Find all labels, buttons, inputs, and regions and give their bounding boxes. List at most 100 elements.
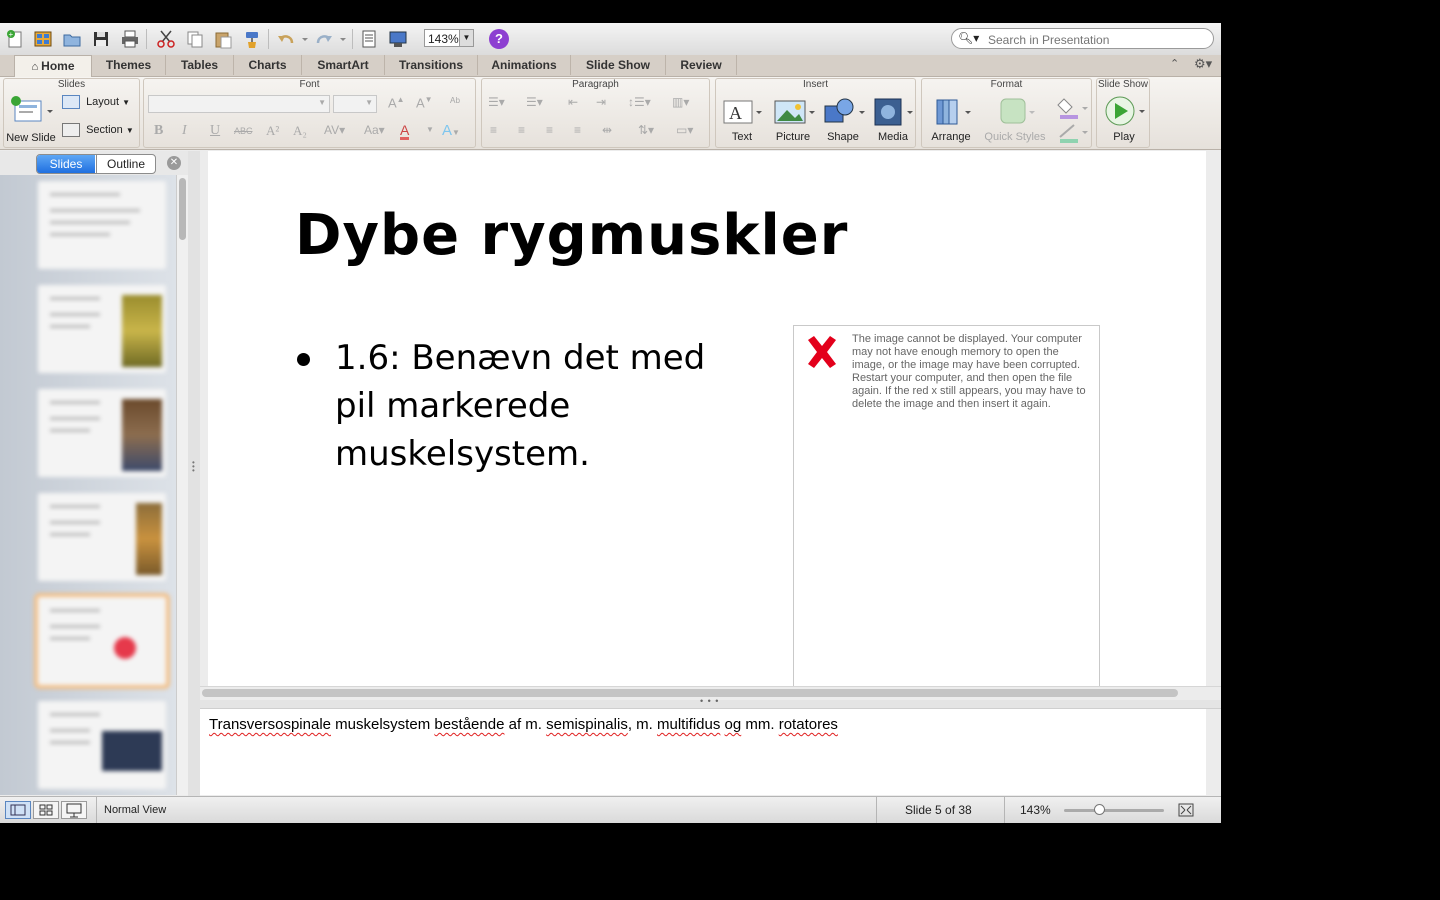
tab-home[interactable]: ⌂ Home — [14, 55, 92, 77]
play-button[interactable]: Play — [1099, 95, 1149, 143]
close-pane-icon[interactable]: ✕ — [167, 156, 181, 170]
insert-media-button[interactable]: Media — [870, 96, 916, 143]
help-button[interactable]: ? — [489, 29, 509, 49]
new-slide-button[interactable]: New Slide — [4, 95, 58, 144]
shape-line-icon[interactable] — [1054, 123, 1090, 148]
underline-button[interactable]: U — [210, 123, 220, 139]
grow-font-icon[interactable]: A▲ — [388, 95, 405, 110]
shrink-font-icon[interactable]: A▼ — [416, 95, 433, 110]
italic-button[interactable]: I — [182, 123, 187, 139]
tab-themes[interactable]: Themes — [92, 55, 166, 75]
insert-picture-button[interactable]: Picture — [769, 96, 817, 143]
superscript-button[interactable]: A² — [266, 123, 279, 139]
font-group: Font ▼ ▼ A▲ A▼ ᴬᵇ B I U ABC A² A₂ AV▾ Aa… — [143, 78, 476, 148]
slide-thumbnail[interactable] — [38, 493, 166, 581]
tab-slide-show[interactable]: Slide Show — [571, 55, 666, 75]
notes-scrollbar[interactable] — [1206, 709, 1221, 795]
columns-icon[interactable]: ▥▾ — [672, 95, 689, 109]
layout-button[interactable]: Layout ▼ — [62, 95, 138, 109]
decrease-indent-icon[interactable]: ⇤ — [568, 95, 578, 109]
tab-transitions[interactable]: Transitions — [385, 55, 478, 75]
new-presentation-icon[interactable]: + — [4, 28, 26, 50]
tab-review[interactable]: Review — [666, 55, 737, 75]
insert-text-button[interactable]: A Text — [720, 96, 764, 143]
text-direction-icon[interactable]: ⇅▾ — [638, 123, 654, 137]
cut-icon[interactable] — [155, 28, 177, 50]
copy-icon[interactable] — [184, 28, 206, 50]
font-size-field[interactable]: ▼ — [333, 95, 377, 113]
increase-indent-icon[interactable]: ⇥ — [596, 95, 606, 109]
tab-slides-pane[interactable]: Slides — [37, 155, 95, 173]
slide-thumbnail[interactable] — [38, 389, 166, 477]
text-effects-icon[interactable]: A▼ — [442, 122, 460, 139]
search-icon[interactable]: 🔍︎▾ — [958, 31, 979, 45]
align-right-icon[interactable]: ≡ — [546, 123, 553, 137]
zoom-dropdown-arrow-icon[interactable]: ▼ — [459, 30, 473, 46]
notes-pane[interactable]: Transversospinale muskelsystem bestående… — [200, 709, 1206, 795]
undo-icon[interactable] — [276, 28, 310, 50]
align-left-icon[interactable]: ≡ — [490, 123, 497, 137]
slide-thumbnail-selected[interactable] — [38, 597, 166, 685]
numbering-icon[interactable]: ☰▾ — [526, 95, 543, 109]
tab-animations[interactable]: Animations — [478, 55, 571, 75]
format-group: Format Arrange Quick Styles — [921, 78, 1092, 148]
zoom-slider-knob[interactable] — [1094, 804, 1105, 815]
change-case-icon[interactable]: Aa▾ — [364, 123, 385, 137]
pane-splitter[interactable]: • • • — [188, 151, 200, 796]
zoom-slider[interactable] — [1064, 804, 1164, 815]
justify-icon[interactable]: ≡ — [574, 123, 581, 137]
notes-splitter[interactable]: • • • — [200, 696, 1221, 709]
play-icon — [1105, 96, 1145, 126]
search-input[interactable] — [986, 31, 1210, 48]
subscript-button[interactable]: A₂ — [293, 123, 307, 139]
font-color-dropdown-icon[interactable]: ▼ — [426, 125, 434, 134]
search-field[interactable]: 🔍︎▾ — [951, 28, 1214, 49]
slide-thumbnail[interactable] — [38, 285, 166, 373]
slide-editor: Dybe rygmuskler 1.6: Benævn det med pil … — [200, 151, 1221, 686]
zoom-combo[interactable]: 143% ▼ — [424, 29, 474, 47]
quick-styles-button[interactable]: Quick Styles — [980, 96, 1050, 143]
gallery-icon[interactable] — [32, 28, 54, 50]
save-icon[interactable] — [90, 28, 112, 50]
character-spacing-icon[interactable]: AV▾ — [324, 123, 345, 137]
slide-thumbnail[interactable] — [38, 701, 166, 789]
open-folder-icon[interactable] — [61, 28, 83, 50]
collapse-ribbon-icon[interactable]: ⌃ — [1170, 57, 1179, 70]
ribbon-settings-gear-icon[interactable]: ⚙▾ — [1194, 56, 1212, 72]
print-icon[interactable] — [119, 28, 141, 50]
line-spacing-icon[interactable]: ↕☰▾ — [628, 95, 651, 109]
slide-title[interactable]: Dybe rygmuskler — [295, 203, 848, 268]
section-button[interactable]: Section ▼ — [62, 123, 138, 137]
slide-sorter-view-button[interactable] — [33, 801, 59, 819]
clear-formatting-icon[interactable]: ᴬᵇ — [450, 95, 460, 109]
bullets-icon[interactable]: ☰▾ — [488, 95, 505, 109]
font-name-field[interactable]: ▼ — [148, 95, 330, 113]
redo-icon[interactable] — [314, 28, 348, 50]
insert-shape-button[interactable]: Shape — [820, 96, 866, 143]
layout-icon — [62, 95, 80, 109]
fit-to-window-icon[interactable] — [1178, 802, 1194, 818]
slide-show-view-button[interactable] — [61, 801, 87, 819]
slide-bullet[interactable]: 1.6: Benævn det med pil markerede muskel… — [297, 334, 727, 478]
tab-tables[interactable]: Tables — [166, 55, 234, 75]
normal-view-button[interactable] — [5, 801, 31, 819]
distribute-icon[interactable]: ⇹ — [602, 123, 612, 137]
strikethrough-button[interactable]: ABC — [234, 126, 253, 136]
tab-outline-pane[interactable]: Outline — [96, 155, 155, 173]
paste-icon[interactable] — [212, 28, 234, 50]
align-center-icon[interactable]: ≡ — [518, 123, 525, 137]
present-icon[interactable] — [387, 28, 409, 50]
bold-button[interactable]: B — [154, 123, 163, 139]
font-color-icon[interactable]: A — [400, 123, 410, 140]
slide-sorter-icon[interactable] — [358, 28, 380, 50]
slide-canvas[interactable]: Dybe rygmuskler 1.6: Benævn det med pil … — [208, 151, 1206, 686]
format-painter-icon[interactable] — [241, 28, 263, 50]
shape-fill-icon[interactable] — [1054, 95, 1090, 124]
slide-position: Slide 5 of 38 — [905, 803, 972, 817]
align-text-icon[interactable]: ▭▾ — [676, 123, 693, 137]
broken-image-placeholder[interactable]: The image cannot be displayed. Your comp… — [793, 325, 1100, 686]
tab-charts[interactable]: Charts — [234, 55, 302, 75]
tab-smartart[interactable]: SmartArt — [302, 55, 385, 75]
slide-thumbnail[interactable] — [38, 181, 166, 269]
arrange-button[interactable]: Arrange — [926, 96, 976, 143]
